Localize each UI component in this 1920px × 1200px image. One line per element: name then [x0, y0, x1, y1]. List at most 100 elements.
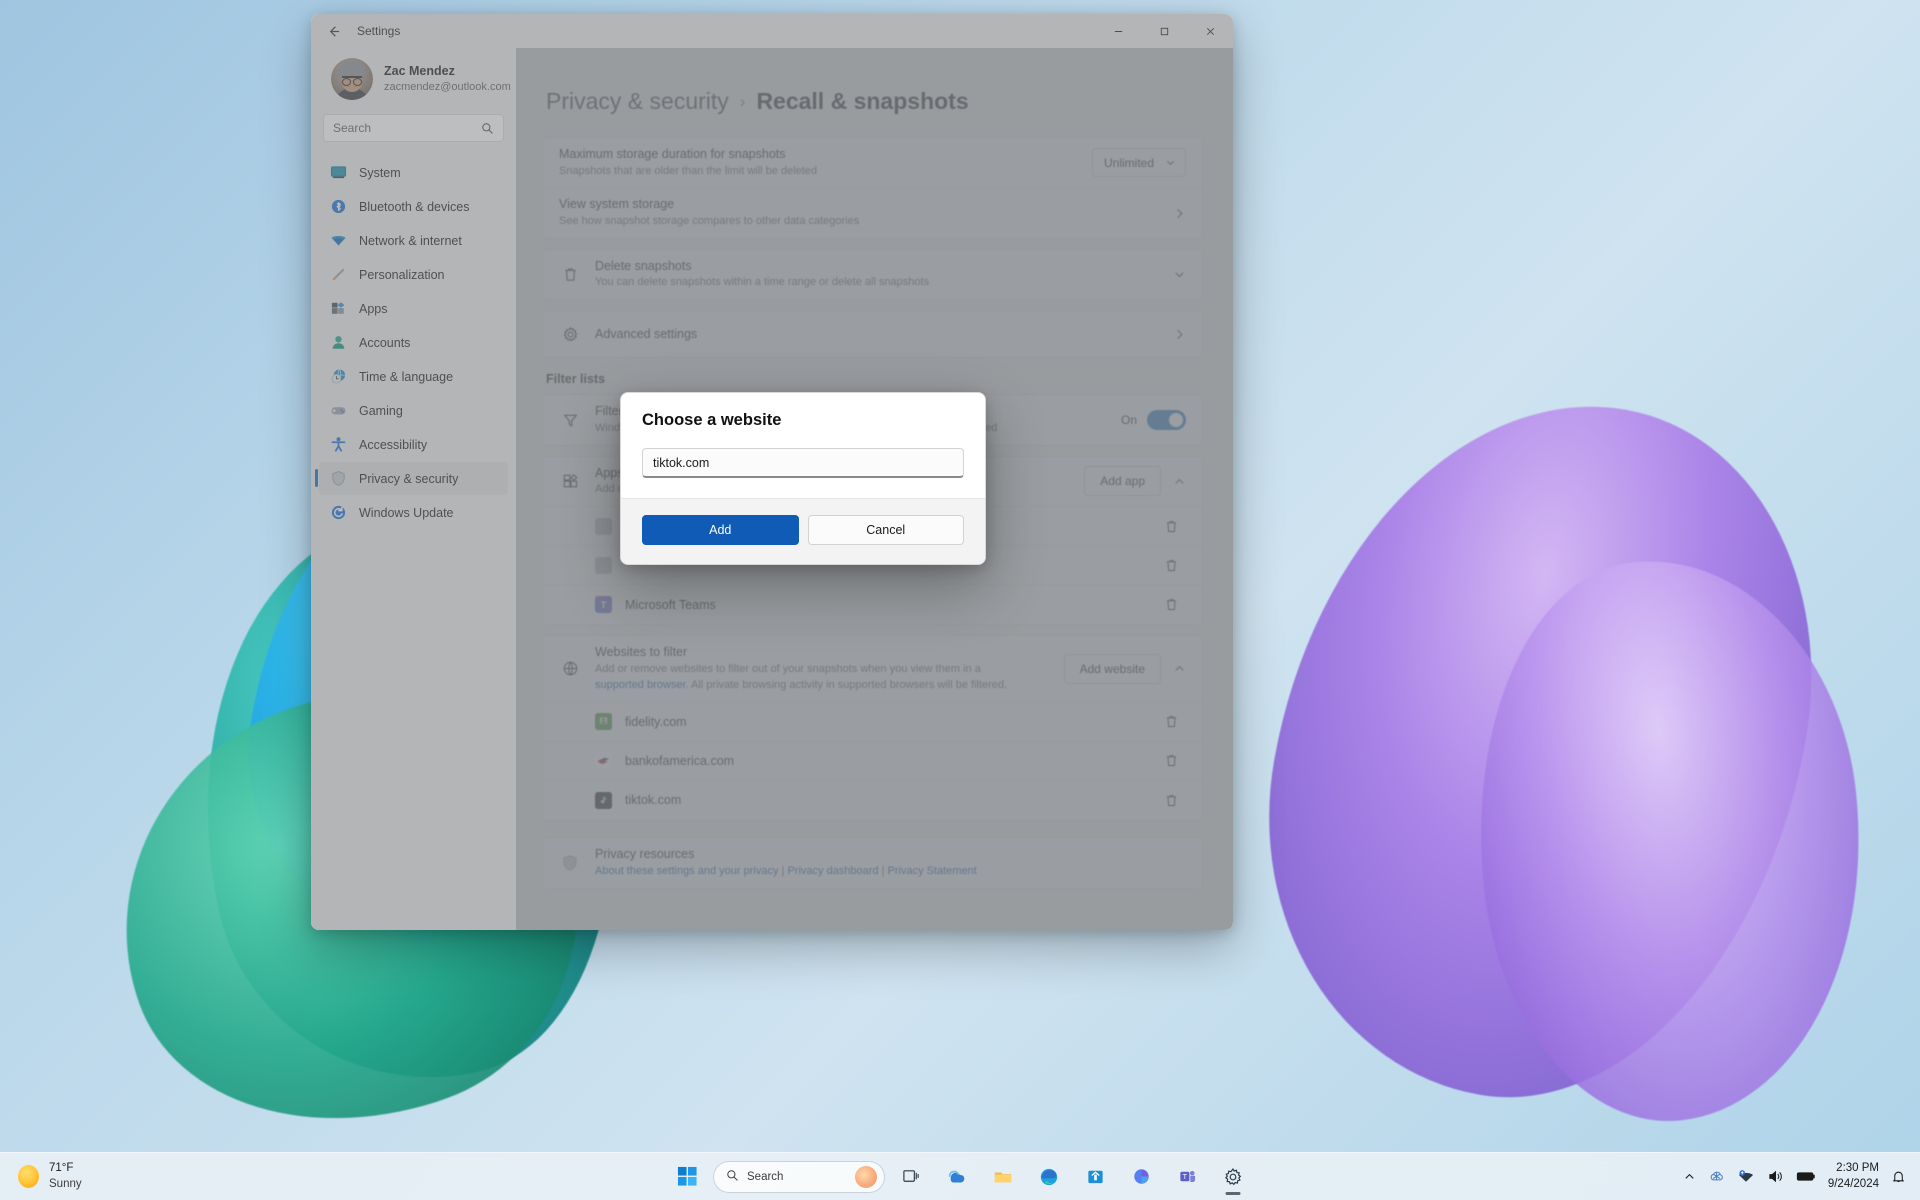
network-icon[interactable]	[1737, 1169, 1755, 1184]
row-subtitle: You can delete snapshots within a time r…	[595, 276, 930, 289]
task-view-icon[interactable]	[891, 1157, 931, 1197]
sidebar-item-time-language[interactable]: Time & language	[319, 360, 508, 393]
sidebar-item-windows-update[interactable]: Windows Update	[319, 496, 508, 529]
window-titlebar: Settings	[311, 14, 1233, 48]
sidebar-item-personalization[interactable]: Personalization	[319, 258, 508, 291]
file-explorer-icon[interactable]	[983, 1157, 1023, 1197]
taskbar-center: Search T	[667, 1157, 1253, 1197]
list-item-label: Microsoft Teams	[625, 597, 716, 612]
sidebar-item-label: Accessibility	[359, 437, 428, 452]
link-about-settings-privacy[interactable]: About these settings and your privacy	[595, 865, 778, 877]
volume-icon[interactable]	[1767, 1169, 1784, 1184]
account-name: Zac Mendez	[384, 64, 455, 79]
row-title: Maximum storage duration for snapshots	[559, 147, 786, 161]
list-item-label: bankofamerica.com	[625, 753, 735, 768]
chevron-up-icon[interactable]	[1173, 475, 1186, 488]
delete-snapshots-card: Delete snapshots You can delete snapshot…	[542, 248, 1203, 301]
minimize-button[interactable]	[1095, 14, 1141, 48]
sidebar-item-label: Bluetooth & devices	[359, 199, 470, 214]
add-button[interactable]: Add	[642, 515, 799, 545]
sidebar: Zac Mendez zacmendez@outlook.com Search	[311, 48, 516, 930]
teams-icon[interactable]: T	[1167, 1157, 1207, 1197]
shield-icon	[329, 470, 347, 488]
sidebar-item-label: Accounts	[359, 335, 411, 350]
sidebar-item-apps[interactable]: Apps	[319, 292, 508, 325]
filter-sensitive-toggle[interactable]: On	[1121, 410, 1186, 431]
gamepad-icon	[329, 402, 347, 420]
accounts-icon	[329, 334, 347, 352]
gear-icon	[559, 326, 581, 343]
teams-icon: T	[595, 596, 612, 614]
settings-icon[interactable]	[1213, 1157, 1253, 1197]
sidebar-item-bluetooth-devices[interactable]: Bluetooth & devices	[319, 190, 508, 223]
back-button[interactable]	[317, 18, 349, 44]
clock[interactable]: 2:30 PM 9/24/2024	[1828, 1161, 1879, 1192]
delete-item-button[interactable]	[1156, 512, 1186, 540]
weather-widget[interactable]: 71°F Sunny	[18, 1161, 82, 1192]
close-button[interactable]	[1187, 14, 1233, 48]
website-input[interactable]: tiktok.com	[642, 448, 964, 478]
supported-browser-link[interactable]: supported browser	[595, 679, 686, 691]
storage-duration-dropdown[interactable]: Unlimited	[1092, 148, 1186, 178]
maximize-button[interactable]	[1141, 14, 1187, 48]
system-tray: 2:30 PM 9/24/2024	[1683, 1161, 1906, 1192]
row-view-system-storage[interactable]: View system storage See how snapshot sto…	[543, 188, 1202, 238]
row-maximum-storage-duration[interactable]: Maximum storage duration for snapshots S…	[543, 138, 1202, 189]
filter-lists-heading: Filter lists	[546, 372, 606, 387]
sidebar-item-system[interactable]: System	[319, 156, 508, 189]
delete-item-button[interactable]	[1156, 786, 1186, 814]
clock-date: 9/24/2024	[1827, 1177, 1879, 1190]
sidebar-item-accessibility[interactable]: Accessibility	[319, 428, 508, 461]
search-placeholder: Search	[333, 121, 372, 135]
link-privacy-dashboard[interactable]: Privacy dashboard	[787, 865, 878, 877]
bell-icon[interactable]	[1891, 1169, 1906, 1184]
dropdown-value: Unlimited	[1104, 155, 1155, 170]
trash-icon	[559, 266, 581, 283]
list-item-microsoft-teams[interactable]: T Microsoft Teams	[543, 585, 1202, 625]
store-icon[interactable]	[1075, 1157, 1115, 1197]
row-subtitle: See how snapshot storage compares to oth…	[559, 214, 860, 227]
account-summary[interactable]: Zac Mendez zacmendez@outlook.com	[319, 48, 511, 112]
sidebar-item-label: Privacy & security	[359, 471, 459, 486]
cancel-button[interactable]: Cancel	[807, 515, 964, 545]
taskbar-search-placeholder: Search	[747, 1170, 784, 1183]
add-website-button[interactable]: Add website	[1063, 653, 1161, 684]
row-subtitle-line2: . All private browsing activity in suppo…	[685, 678, 1008, 691]
delete-item-button[interactable]	[1156, 708, 1186, 736]
accessibility-icon	[329, 436, 347, 454]
link-privacy-statement[interactable]: Privacy Statement	[888, 865, 977, 877]
delete-item-button[interactable]	[1156, 747, 1186, 775]
toggle-switch[interactable]	[1147, 410, 1186, 431]
sidebar-item-accounts[interactable]: Accounts	[319, 326, 508, 359]
powerpoint-icon[interactable]	[1121, 1157, 1161, 1197]
row-delete-snapshots[interactable]: Delete snapshots You can delete snapshot…	[543, 249, 1202, 300]
delete-item-button[interactable]	[1156, 551, 1186, 579]
chevron-down-icon[interactable]	[1173, 268, 1186, 281]
onedrive-icon[interactable]	[1708, 1169, 1725, 1184]
sidebar-item-privacy-security[interactable]: Privacy & security	[315, 462, 508, 495]
shield-icon	[559, 854, 581, 872]
page-title: Recall & snapshots	[756, 88, 969, 114]
battery-icon[interactable]	[1796, 1170, 1816, 1183]
add-app-button[interactable]: Add app	[1084, 466, 1161, 497]
row-title: Advanced settings	[595, 326, 698, 341]
taskbar-search[interactable]: Search	[713, 1160, 885, 1193]
privacy-resources-card: Privacy resources About these settings a…	[542, 836, 1203, 889]
search-input[interactable]: Search	[323, 114, 504, 142]
chevron-up-icon[interactable]	[1683, 1170, 1696, 1183]
windows-start-icon[interactable]	[667, 1157, 707, 1197]
svg-text:T: T	[1182, 1173, 1187, 1181]
sidebar-item-label: Apps	[359, 301, 388, 316]
chevron-up-icon[interactable]	[1173, 662, 1186, 675]
weather-temperature: 71°F	[49, 1161, 74, 1174]
delete-item-button[interactable]	[1156, 591, 1186, 619]
sidebar-item-gaming[interactable]: Gaming	[319, 394, 508, 427]
list-item-fidelity[interactable]: fidelity.com	[543, 702, 1202, 742]
edge-icon[interactable]	[1029, 1157, 1069, 1197]
row-advanced-settings[interactable]: Advanced settings	[543, 311, 1202, 358]
list-item-tiktok[interactable]: tiktok.com	[543, 780, 1202, 820]
list-item-bankofamerica[interactable]: bankofamerica.com	[543, 741, 1202, 781]
breadcrumb-parent[interactable]: Privacy & security	[546, 88, 729, 115]
sidebar-item-network-internet[interactable]: Network & internet	[319, 224, 508, 257]
copilot-icon[interactable]	[937, 1157, 977, 1197]
